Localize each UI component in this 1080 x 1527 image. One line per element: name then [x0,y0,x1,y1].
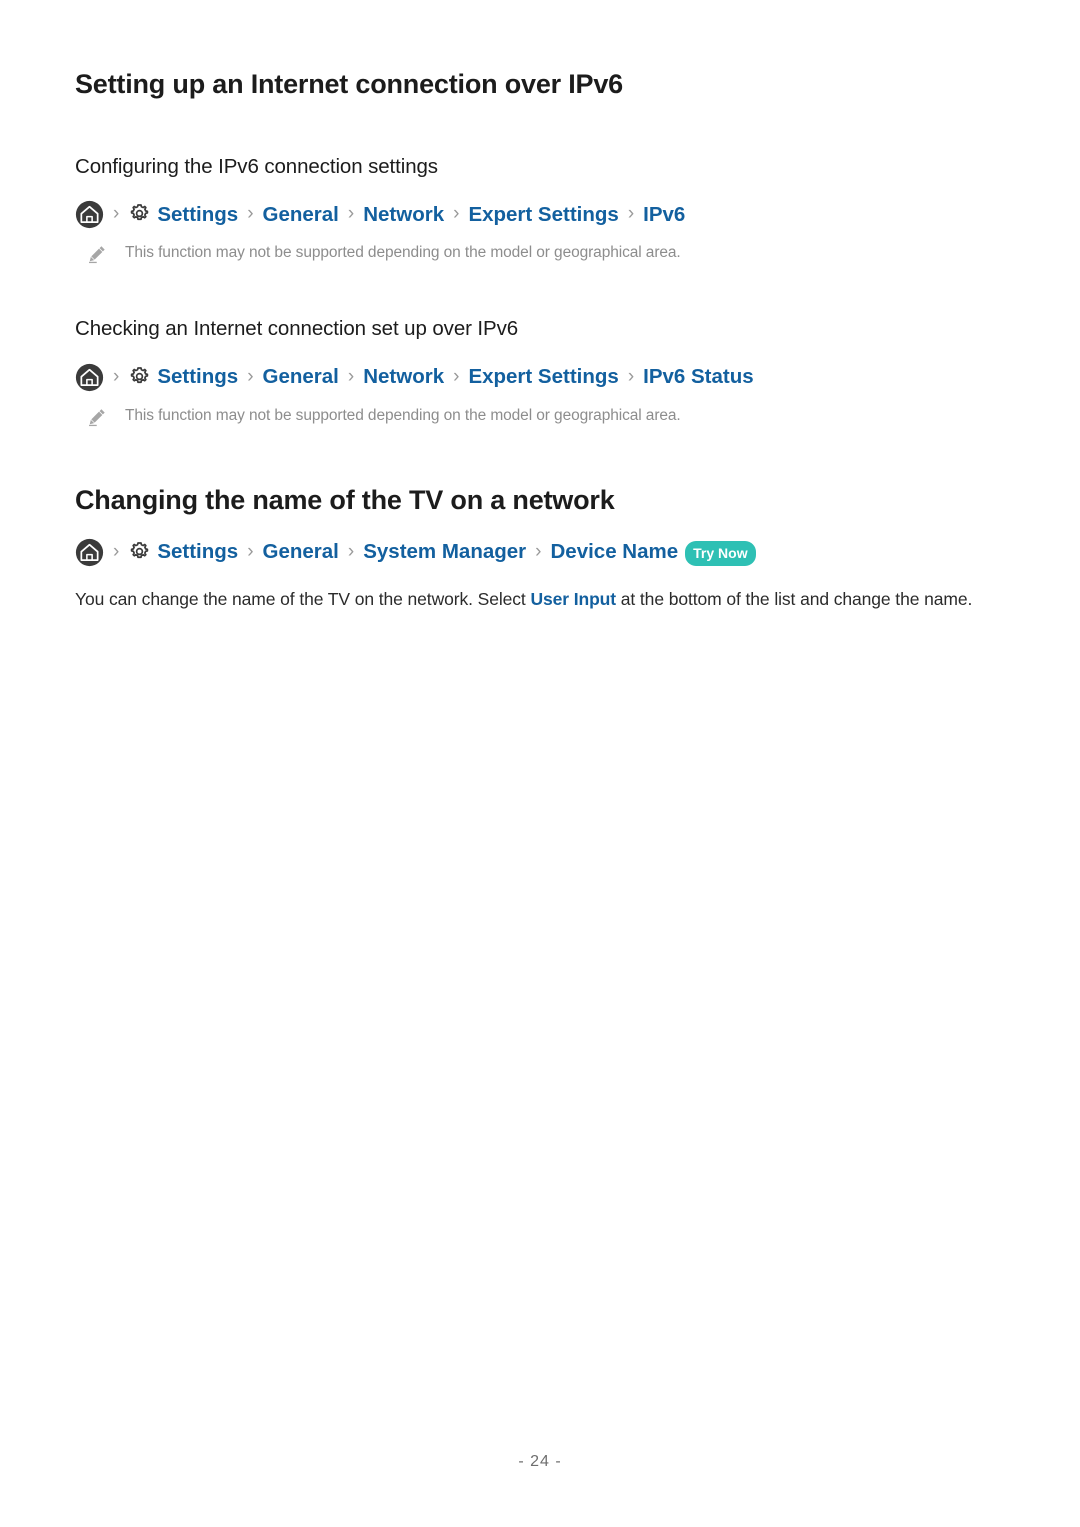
breadcrumb-item-settings[interactable]: Settings [157,367,238,388]
breadcrumb-item-settings[interactable]: Settings [157,542,238,563]
note-text: This function may not be supported depen… [125,407,681,425]
gear-icon[interactable] [128,202,151,225]
breadcrumb: › Settings › General › Network › Expert … [75,200,1005,229]
pencil-icon [86,406,108,428]
breadcrumb-item-network[interactable]: Network [363,367,444,388]
breadcrumb-item-settings[interactable]: Settings [157,204,238,226]
page-title: Setting up an Internet connection over I… [75,69,623,99]
breadcrumb-separator: › [347,203,355,225]
breadcrumb-item-general[interactable]: General [263,204,339,226]
section-heading: Configuring the IPv6 connection settings [75,154,438,178]
breadcrumb-separator: › [113,366,120,388]
breadcrumb-item-general[interactable]: General [263,542,339,563]
body-paragraph: You can change the name of the TV on the… [75,586,1005,612]
breadcrumb-separator: › [113,540,120,562]
paragraph-text-before: You can change the name of the TV on the… [75,588,531,609]
section-configuring-ipv6: Configuring the IPv6 connection settings… [75,154,1005,265]
page-number: - 24 - [518,1453,562,1470]
breadcrumb-separator: › [453,366,460,388]
breadcrumb-item-expert-settings[interactable]: Expert Settings [468,367,618,388]
breadcrumb-separator: › [113,203,120,225]
breadcrumb-separator: › [535,540,542,562]
manual-page: Setting up an Internet connection over I… [0,0,1080,1527]
breadcrumb-separator: › [347,366,355,388]
section-heading: Checking an Internet connection set up o… [75,317,519,341]
user-input-link[interactable]: User Input [530,589,616,609]
breadcrumb-separator: › [247,366,254,388]
try-now-badge[interactable]: Try Now [685,540,756,566]
breadcrumb-separator: › [627,203,635,225]
breadcrumb-item-general[interactable]: General [263,367,339,388]
breadcrumb-item-device-name[interactable]: Device Name [550,542,678,563]
breadcrumb-separator: › [247,540,254,562]
section-changing-tv-name: Changing the name of the TV on a network… [75,484,1005,612]
note-row: This function may not be supported depen… [75,242,1005,264]
breadcrumb-item-system-manager[interactable]: System Manager [363,542,526,563]
breadcrumb: › Settings › General › System Manager › … [75,538,1005,567]
section-title: Changing the name of the TV on a network [75,485,615,516]
breadcrumb-separator: › [627,366,635,388]
home-icon[interactable] [75,363,104,392]
paragraph-text-after: at the bottom of the list and change the… [616,588,973,609]
breadcrumb-separator: › [247,203,254,225]
gear-icon[interactable] [128,365,151,388]
breadcrumb-item-network[interactable]: Network [363,204,444,226]
section-checking-ipv6: Checking an Internet connection set up o… [75,316,1005,427]
breadcrumb-separator: › [347,540,355,562]
breadcrumb-separator: › [453,203,460,225]
home-icon[interactable] [75,200,104,229]
breadcrumb-item-ipv6-status[interactable]: IPv6 Status [643,367,754,388]
breadcrumb: › Settings › General › Network › Expert … [75,363,1005,392]
home-icon[interactable] [75,538,104,567]
breadcrumb-item-ipv6[interactable]: IPv6 [643,204,685,226]
gear-icon[interactable] [128,540,151,563]
pencil-icon [86,243,108,265]
note-row: This function may not be supported depen… [75,405,1005,427]
note-text: This function may not be supported depen… [125,244,681,262]
breadcrumb-item-expert-settings[interactable]: Expert Settings [468,204,618,226]
